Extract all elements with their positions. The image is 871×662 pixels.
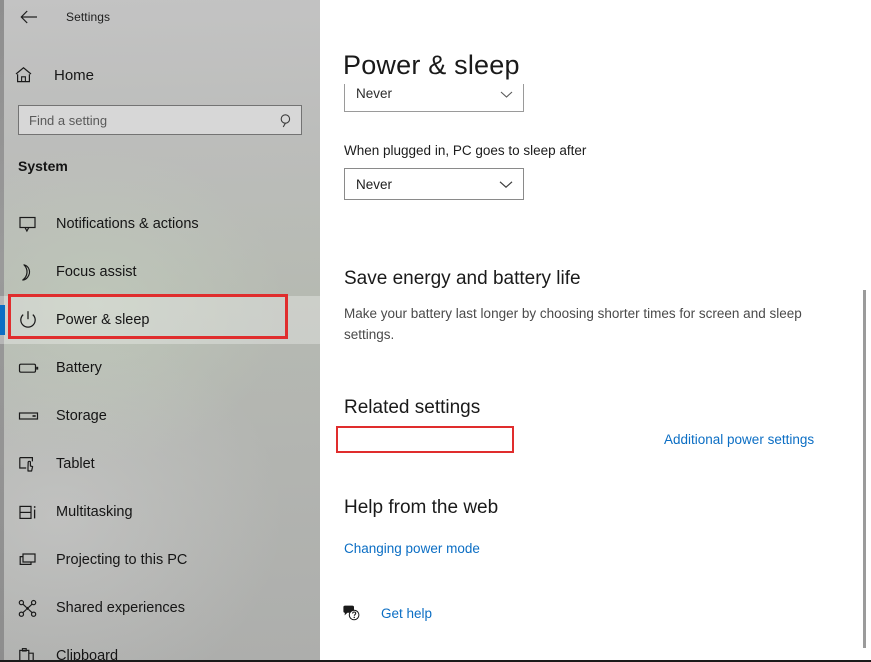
search-icon[interactable] <box>271 106 301 134</box>
title-bar: Settings <box>0 0 320 34</box>
notification-bubble-icon <box>18 215 44 233</box>
sleep-setting-label: When plugged in, PC goes to sleep after <box>344 143 587 158</box>
save-energy-heading: Save energy and battery life <box>344 268 581 289</box>
question-bubble-icon <box>342 605 366 622</box>
dropdown-value: Never <box>356 85 393 101</box>
storage-icon <box>18 410 44 422</box>
sidebar-item-shared-experiences[interactable]: Shared experiences <box>0 584 320 632</box>
search-input[interactable] <box>19 107 271 133</box>
sidebar-nav-list: Notifications & actions Focus assist Pow… <box>0 200 320 662</box>
get-help-button[interactable]: Get help <box>342 605 432 622</box>
tablet-icon <box>18 455 44 474</box>
sidebar-section-title: System <box>18 158 68 174</box>
sidebar-item-label: Notifications & actions <box>56 216 199 232</box>
sidebar-item-label: Battery <box>56 360 102 376</box>
sidebar-item-projecting-to-this-pc[interactable]: Projecting to this PC <box>0 536 320 584</box>
chevron-down-icon <box>500 86 513 104</box>
get-help-label: Get help <box>381 606 433 621</box>
settings-window: Settings Home System <box>0 0 871 662</box>
sidebar-item-label: Focus assist <box>56 264 137 280</box>
power-icon <box>18 310 44 330</box>
app-title: Settings <box>66 10 111 24</box>
sleep-timeout-dropdown[interactable]: Never <box>344 168 524 200</box>
sidebar-item-label: Projecting to this PC <box>56 552 188 568</box>
sidebar-item-storage[interactable]: Storage <box>0 392 320 440</box>
sidebar-item-home[interactable]: Home <box>14 60 306 90</box>
changing-power-mode-link[interactable]: Changing power mode <box>344 541 480 556</box>
sidebar-item-label: Multitasking <box>56 504 133 520</box>
battery-icon <box>18 361 44 375</box>
projecting-icon <box>18 551 44 569</box>
sidebar-item-battery[interactable]: Battery <box>0 344 320 392</box>
sidebar-item-label: Clipboard <box>56 648 119 662</box>
sidebar: Settings Home System <box>0 0 320 662</box>
multitasking-icon <box>18 503 44 522</box>
search-box[interactable] <box>18 105 302 135</box>
scrollbar-thumb[interactable] <box>863 290 866 648</box>
screen-timeout-dropdown[interactable]: Never <box>344 84 524 112</box>
chevron-down-icon <box>499 180 513 189</box>
sidebar-item-label: Storage <box>56 408 107 424</box>
sidebar-item-label: Tablet <box>56 456 95 472</box>
back-arrow-icon <box>20 10 38 24</box>
moon-icon <box>18 263 44 282</box>
related-settings-heading: Related settings <box>344 397 481 418</box>
sidebar-item-label: Power & sleep <box>56 312 150 328</box>
sidebar-item-power-sleep[interactable]: Power & sleep <box>0 296 320 344</box>
sidebar-item-clipboard[interactable]: Clipboard <box>0 632 320 662</box>
dropdown-value: Never <box>356 176 393 192</box>
share-nodes-icon <box>18 599 44 618</box>
content-panel: Power & sleep Never When plugged in, PC … <box>320 0 871 660</box>
save-energy-description: Make your battery last longer by choosin… <box>344 306 802 342</box>
home-label: Home <box>54 66 95 84</box>
sidebar-item-label: Shared experiences <box>56 600 185 616</box>
sidebar-item-tablet[interactable]: Tablet <box>0 440 320 488</box>
back-button[interactable] <box>8 1 50 33</box>
home-icon <box>14 66 42 84</box>
clipboard-icon <box>18 647 44 660</box>
sidebar-item-notifications-actions[interactable]: Notifications & actions <box>0 200 320 248</box>
help-from-web-heading: Help from the web <box>344 497 499 518</box>
page-title: Power & sleep <box>343 50 520 80</box>
additional-power-settings-link[interactable]: Additional power settings <box>664 432 814 447</box>
sidebar-item-focus-assist[interactable]: Focus assist <box>0 248 320 296</box>
sidebar-item-multitasking[interactable]: Multitasking <box>0 488 320 536</box>
